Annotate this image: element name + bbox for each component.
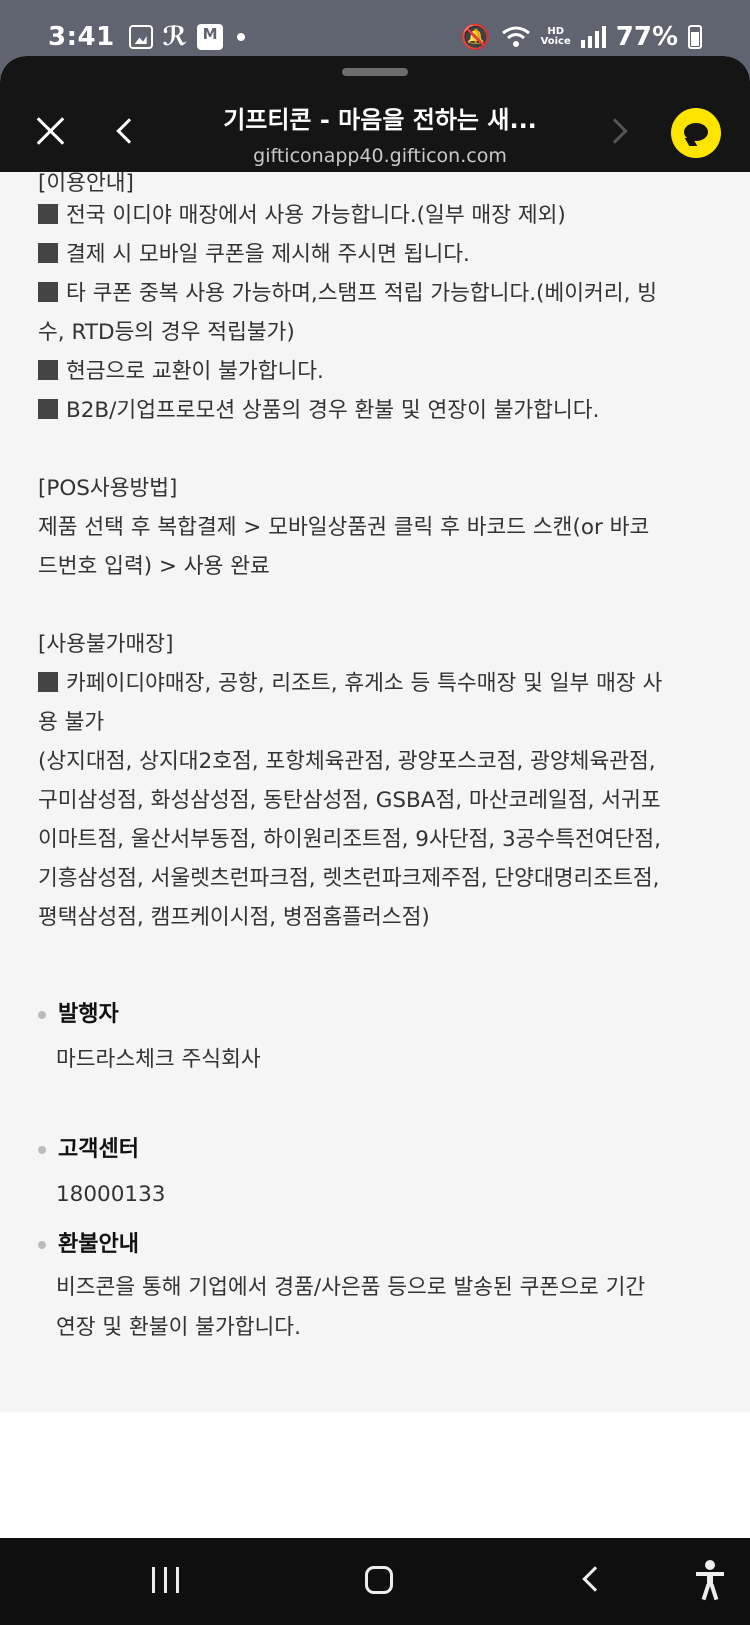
customer-center-info: 고객센터 18000133 [38,1130,712,1215]
list-item: 현금으로 교환이 불가합니다. [38,352,712,391]
restricted-line: 기흥삼성점, 서울렛츠런파크점, 렛츠런파크제주점, 단양대명리조트점, [38,866,660,891]
signal-icon [580,26,606,48]
browser-toolbar: 기프티콘 - 마음을 전하는 새... gifticonapp40.giftic… [0,56,750,172]
page-url: gifticonapp40.gifticon.com [253,145,507,167]
voice-label: Voice [540,36,571,47]
battery-percent: 77% [615,22,678,52]
usage-text: 현금으로 교환이 불가합니다. [66,359,324,384]
refund-label: 환불안내 [38,1225,712,1264]
dot-icon [237,33,246,41]
battery-icon [688,25,702,49]
bullet-square-icon [38,360,58,380]
bullet-square-icon [38,399,58,419]
list-item: 타 쿠폰 중복 사용 가능하며,스탬프 적립 가능합니다.(베이커리, 빙 [38,274,712,313]
section-heading-pos: [POS사용방법] [38,476,178,501]
notification-icons: ℛ M [128,22,246,52]
restricted-line: 이마트점, 울산서부동점, 하이원리조트점, 9사단점, 3공수특전여단점, [38,827,661,852]
kakaotalk-icon[interactable] [671,108,721,158]
drag-handle[interactable] [342,68,408,76]
blank-area [0,1412,750,1538]
runner-icon: ℛ [162,22,188,52]
browser-sheet: 기프티콘 - 마음을 전하는 새... gifticonapp40.giftic… [0,56,750,1538]
list-item: 카페이디야매장, 공항, 리조트, 휴게소 등 특수매장 및 일부 매장 사 [38,664,712,703]
title-block: 기프티콘 - 마음을 전하는 새... gifticonapp40.giftic… [180,100,580,167]
recent-apps-icon[interactable] [152,1567,179,1593]
bullet-square-icon [38,282,58,302]
usage-text: 타 쿠폰 중복 사용 가능하며,스탬프 적립 가능합니다.(베이커리, 빙 [66,281,658,306]
customer-center-label: 고객센터 [38,1130,712,1169]
back-icon[interactable] [582,1566,608,1592]
forward-icon[interactable] [602,118,628,144]
list-item: B2B/기업프로모션 상품의 경우 환불 및 연장이 불가합니다. [38,391,712,430]
pos-section: [POS사용방법] 제품 선택 후 복합결제 > 모바일상품권 클릭 후 바코드… [38,469,712,586]
system-icons: 🔕 HD Voice 77% [461,22,702,52]
customer-center-value[interactable]: 18000133 [38,1175,712,1215]
refund-info: 환불안내 비즈콘을 통해 기업에서 경품/사은품 등으로 발송된 쿠폰으로 기간… [38,1225,712,1348]
restricted-line: 구미삼성점, 화성삼성점, 동탄삼성점, GSBA점, 마산코레일점, 서귀포 [38,788,661,813]
pos-line: 드번호 입력) > 사용 완료 [38,554,270,579]
mstock-icon: M [197,24,224,50]
bullet-square-icon [38,243,58,263]
refund-line: 비즈콘을 통해 기업에서 경품/사은품 등으로 발송된 쿠폰으로 기간 [56,1275,646,1300]
accessibility-icon[interactable] [696,1560,724,1601]
back-icon[interactable] [116,118,142,144]
mute-icon: 🔕 [460,23,491,51]
refund-line: 연장 및 환불이 불가합니다. [56,1315,301,1340]
issuer-value: 마드라스체크 주식회사 [56,1047,261,1072]
list-item: 결제 시 모바일 쿠폰을 제시해 주시면 됩니다. [38,235,712,274]
wifi-icon [501,26,530,47]
list-item: 전국 이디야 매장에서 사용 가능합니다.(일부 매장 제외) [38,196,712,235]
restricted-line: 용 불가 [38,710,105,735]
usage-text: 결제 시 모바일 쿠폰을 제시해 주시면 됩니다. [66,242,470,267]
page-title: 기프티콘 - 마음을 전하는 새... [223,106,537,134]
issuer-info: 발행자 마드라스체크 주식회사 [38,995,712,1080]
close-icon[interactable] [34,114,68,148]
bullet-square-icon [38,672,58,692]
bullet-square-icon [38,204,58,224]
restricted-section: [사용불가매장] 카페이디야매장, 공항, 리조트, 휴게소 등 특수매장 및 … [38,625,712,937]
usage-text: B2B/기업프로모션 상품의 경우 환불 및 연장이 불가합니다. [66,398,600,423]
restricted-text: 카페이디야매장, 공항, 리조트, 휴게소 등 특수매장 및 일부 매장 사 [66,671,663,696]
home-icon[interactable] [365,1566,393,1594]
page-content: [이용안내] 전국 이디야 매장에서 사용 가능합니다.(일부 매장 제외) 결… [0,164,750,1348]
clock: 3:41 [48,22,115,52]
restricted-line: (상지대점, 상지대2호점, 포항체육관점, 광양포스코점, 광양체육관점, [38,749,656,774]
issuer-label: 발행자 [38,995,712,1034]
list-item-continued: 수, RTD등의 경우 적립불가) [38,320,295,345]
section-heading-restricted: [사용불가매장] [38,632,174,657]
restricted-line: 평택삼성점, 캠프케이시점, 병점홈플러스점) [38,905,430,930]
navigation-bar [0,1538,750,1625]
gallery-icon [128,25,153,49]
pos-line: 제품 선택 후 복합결제 > 모바일상품권 클릭 후 바코드 스캔(or 바코 [38,515,650,540]
usage-text: 전국 이디야 매장에서 사용 가능합니다.(일부 매장 제외) [66,203,566,228]
hd-voice-icon: HD Voice [541,27,571,47]
usage-list: 전국 이디야 매장에서 사용 가능합니다.(일부 매장 제외) 결제 시 모바일… [38,196,712,430]
